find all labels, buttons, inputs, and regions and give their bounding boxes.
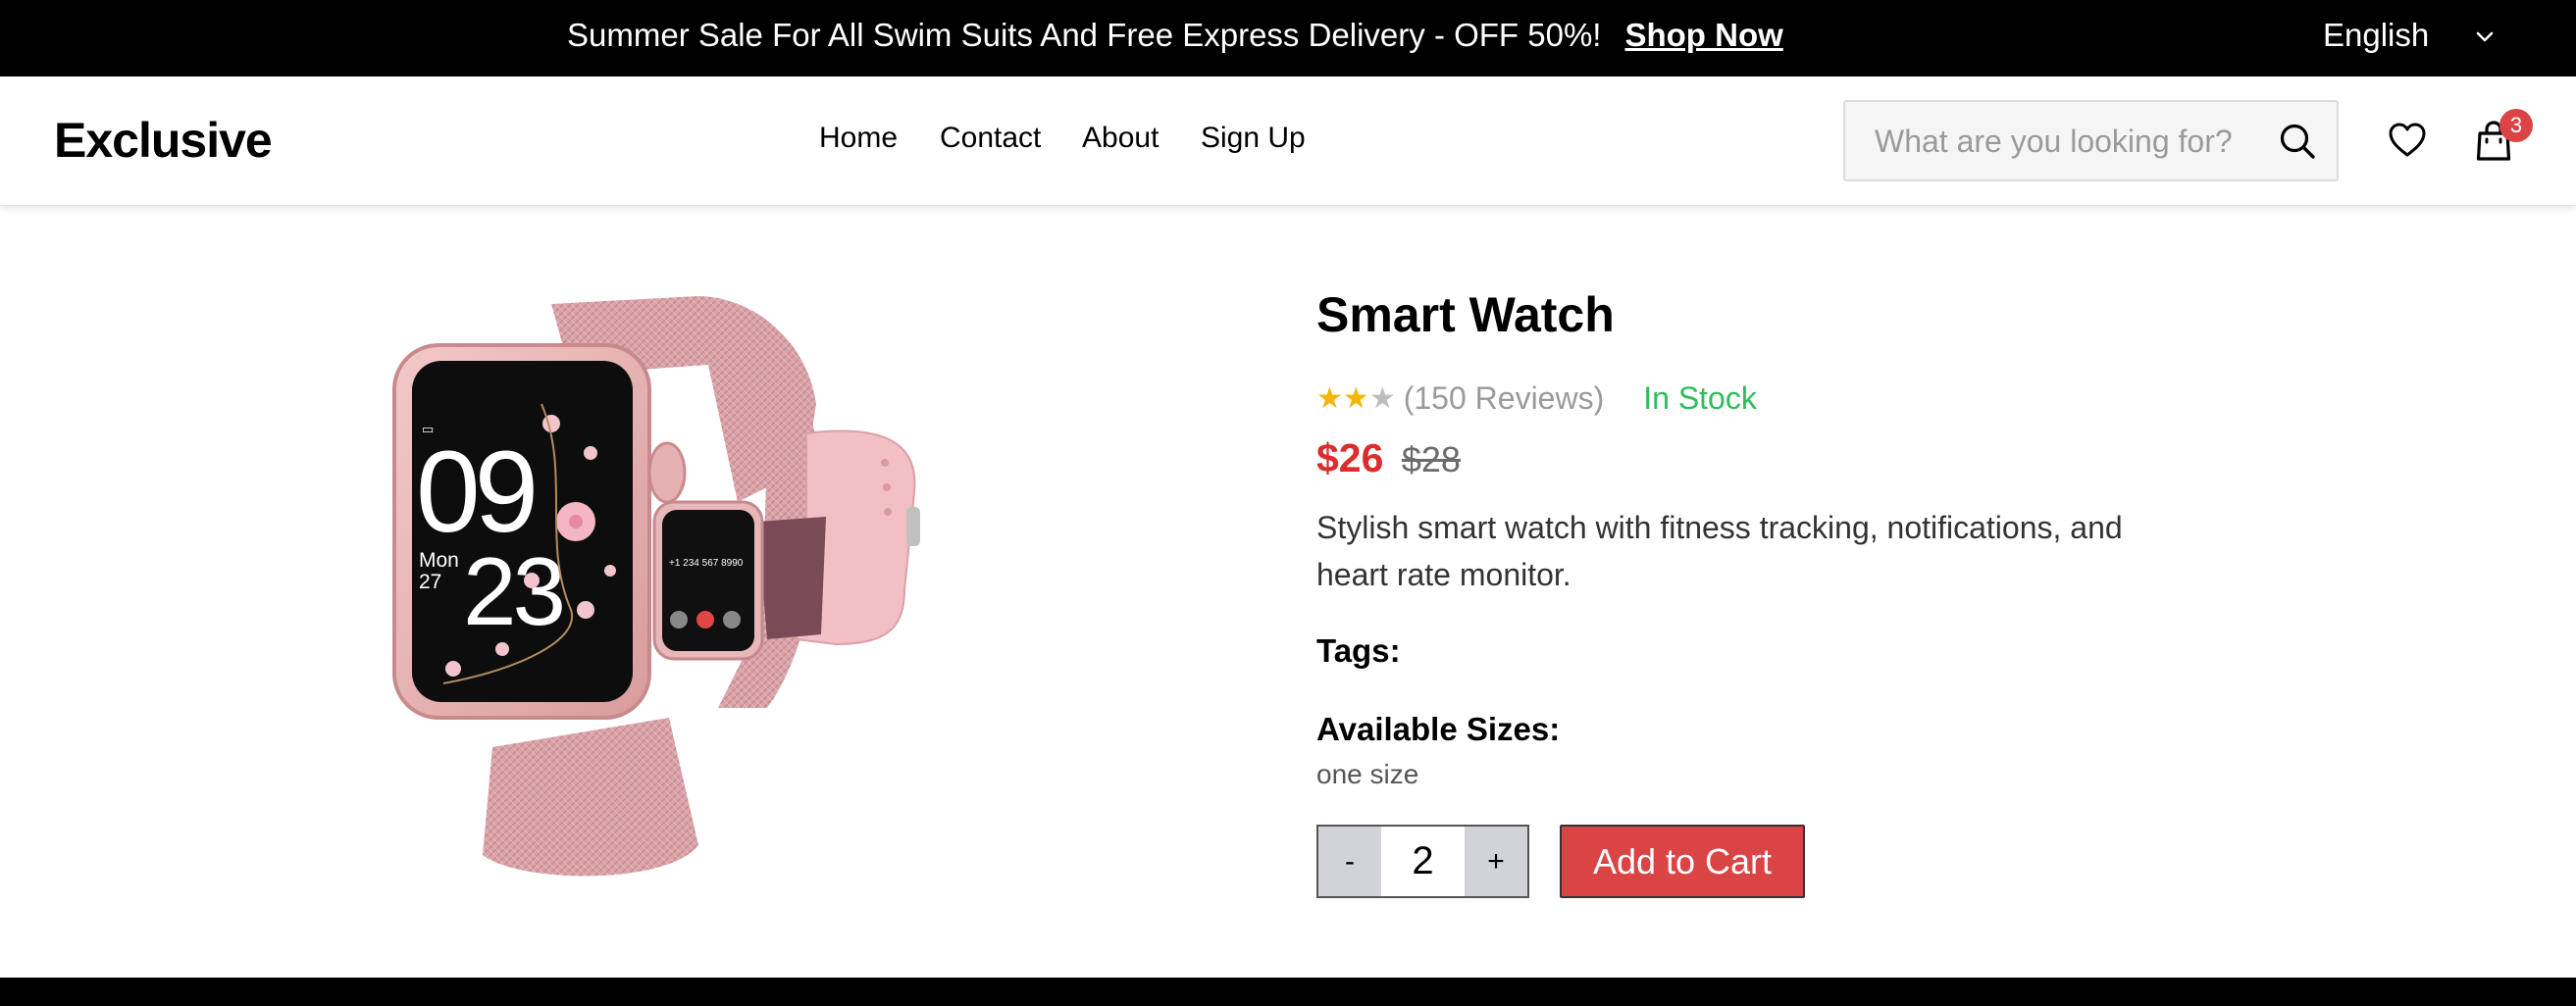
price-row: $26 $28 xyxy=(1316,435,1461,481)
star-icon: ★ xyxy=(1342,382,1369,415)
chevron-down-icon[interactable] xyxy=(2474,25,2496,47)
top-promo-bar: Summer Sale For All Swim Suits And Free … xyxy=(0,0,2576,76)
heart-icon[interactable] xyxy=(2387,120,2428,161)
footer xyxy=(0,978,2576,1006)
nav-contact[interactable]: Contact xyxy=(940,122,1041,155)
nav-home[interactable]: Home xyxy=(819,122,898,155)
promo-text: Summer Sale For All Swim Suits And Free … xyxy=(567,17,1602,53)
svg-text:+1 234 567 8990: +1 234 567 8990 xyxy=(669,558,744,569)
promo-banner: Summer Sale For All Swim Suits And Free … xyxy=(567,0,1783,76)
svg-text:23: 23 xyxy=(463,537,563,645)
svg-text:Mon: Mon xyxy=(419,549,459,572)
quantity-value: 2 xyxy=(1412,839,1434,882)
original-price: $28 xyxy=(1401,439,1461,479)
stock-status: In Stock xyxy=(1643,380,1757,416)
search-icon[interactable] xyxy=(2277,121,2318,162)
add-to-cart-button[interactable]: Add to Cart xyxy=(1560,825,1805,898)
reviews-count[interactable]: (150 Reviews) xyxy=(1404,380,1605,417)
svg-text:27: 27 xyxy=(419,571,441,593)
tags-label: Tags: xyxy=(1316,632,1401,669)
nav-about[interactable]: About xyxy=(1082,122,1159,155)
sizes-label: Available Sizes: xyxy=(1316,711,1561,747)
logo[interactable]: Exclusive xyxy=(54,112,273,169)
cart-count-badge: 3 xyxy=(2499,109,2533,142)
star-icon: ★ xyxy=(1316,382,1343,415)
search-input[interactable] xyxy=(1875,120,2247,163)
nav-sign-up[interactable]: Sign Up xyxy=(1201,122,1306,155)
star-empty-icon: ★ xyxy=(1368,382,1396,415)
decrement-button[interactable]: - xyxy=(1318,827,1381,896)
product-title: Smart Watch xyxy=(1316,287,1615,342)
product-image: ▭ 09 Mon 27 23 +1 234 567 8990 xyxy=(392,296,920,877)
quantity-stepper: - 2 + xyxy=(1316,825,1529,898)
search-box xyxy=(1843,100,2339,181)
product-description: Stylish smart watch with fitness trackin… xyxy=(1316,510,2123,592)
size-option[interactable]: one size xyxy=(1316,759,1418,790)
star-rating: ★ ★ ★ xyxy=(1316,381,1396,416)
increment-button[interactable]: + xyxy=(1465,827,1527,896)
language-selector[interactable]: English xyxy=(2323,0,2429,76)
rating-row: ★ ★ ★ (150 Reviews) In Stock xyxy=(1316,380,1757,417)
site-header: Exclusive Home Contact About Sign Up 3 xyxy=(0,76,2576,206)
shop-now-link[interactable]: Shop Now xyxy=(1624,17,1782,53)
current-price: $26 xyxy=(1316,435,1384,480)
